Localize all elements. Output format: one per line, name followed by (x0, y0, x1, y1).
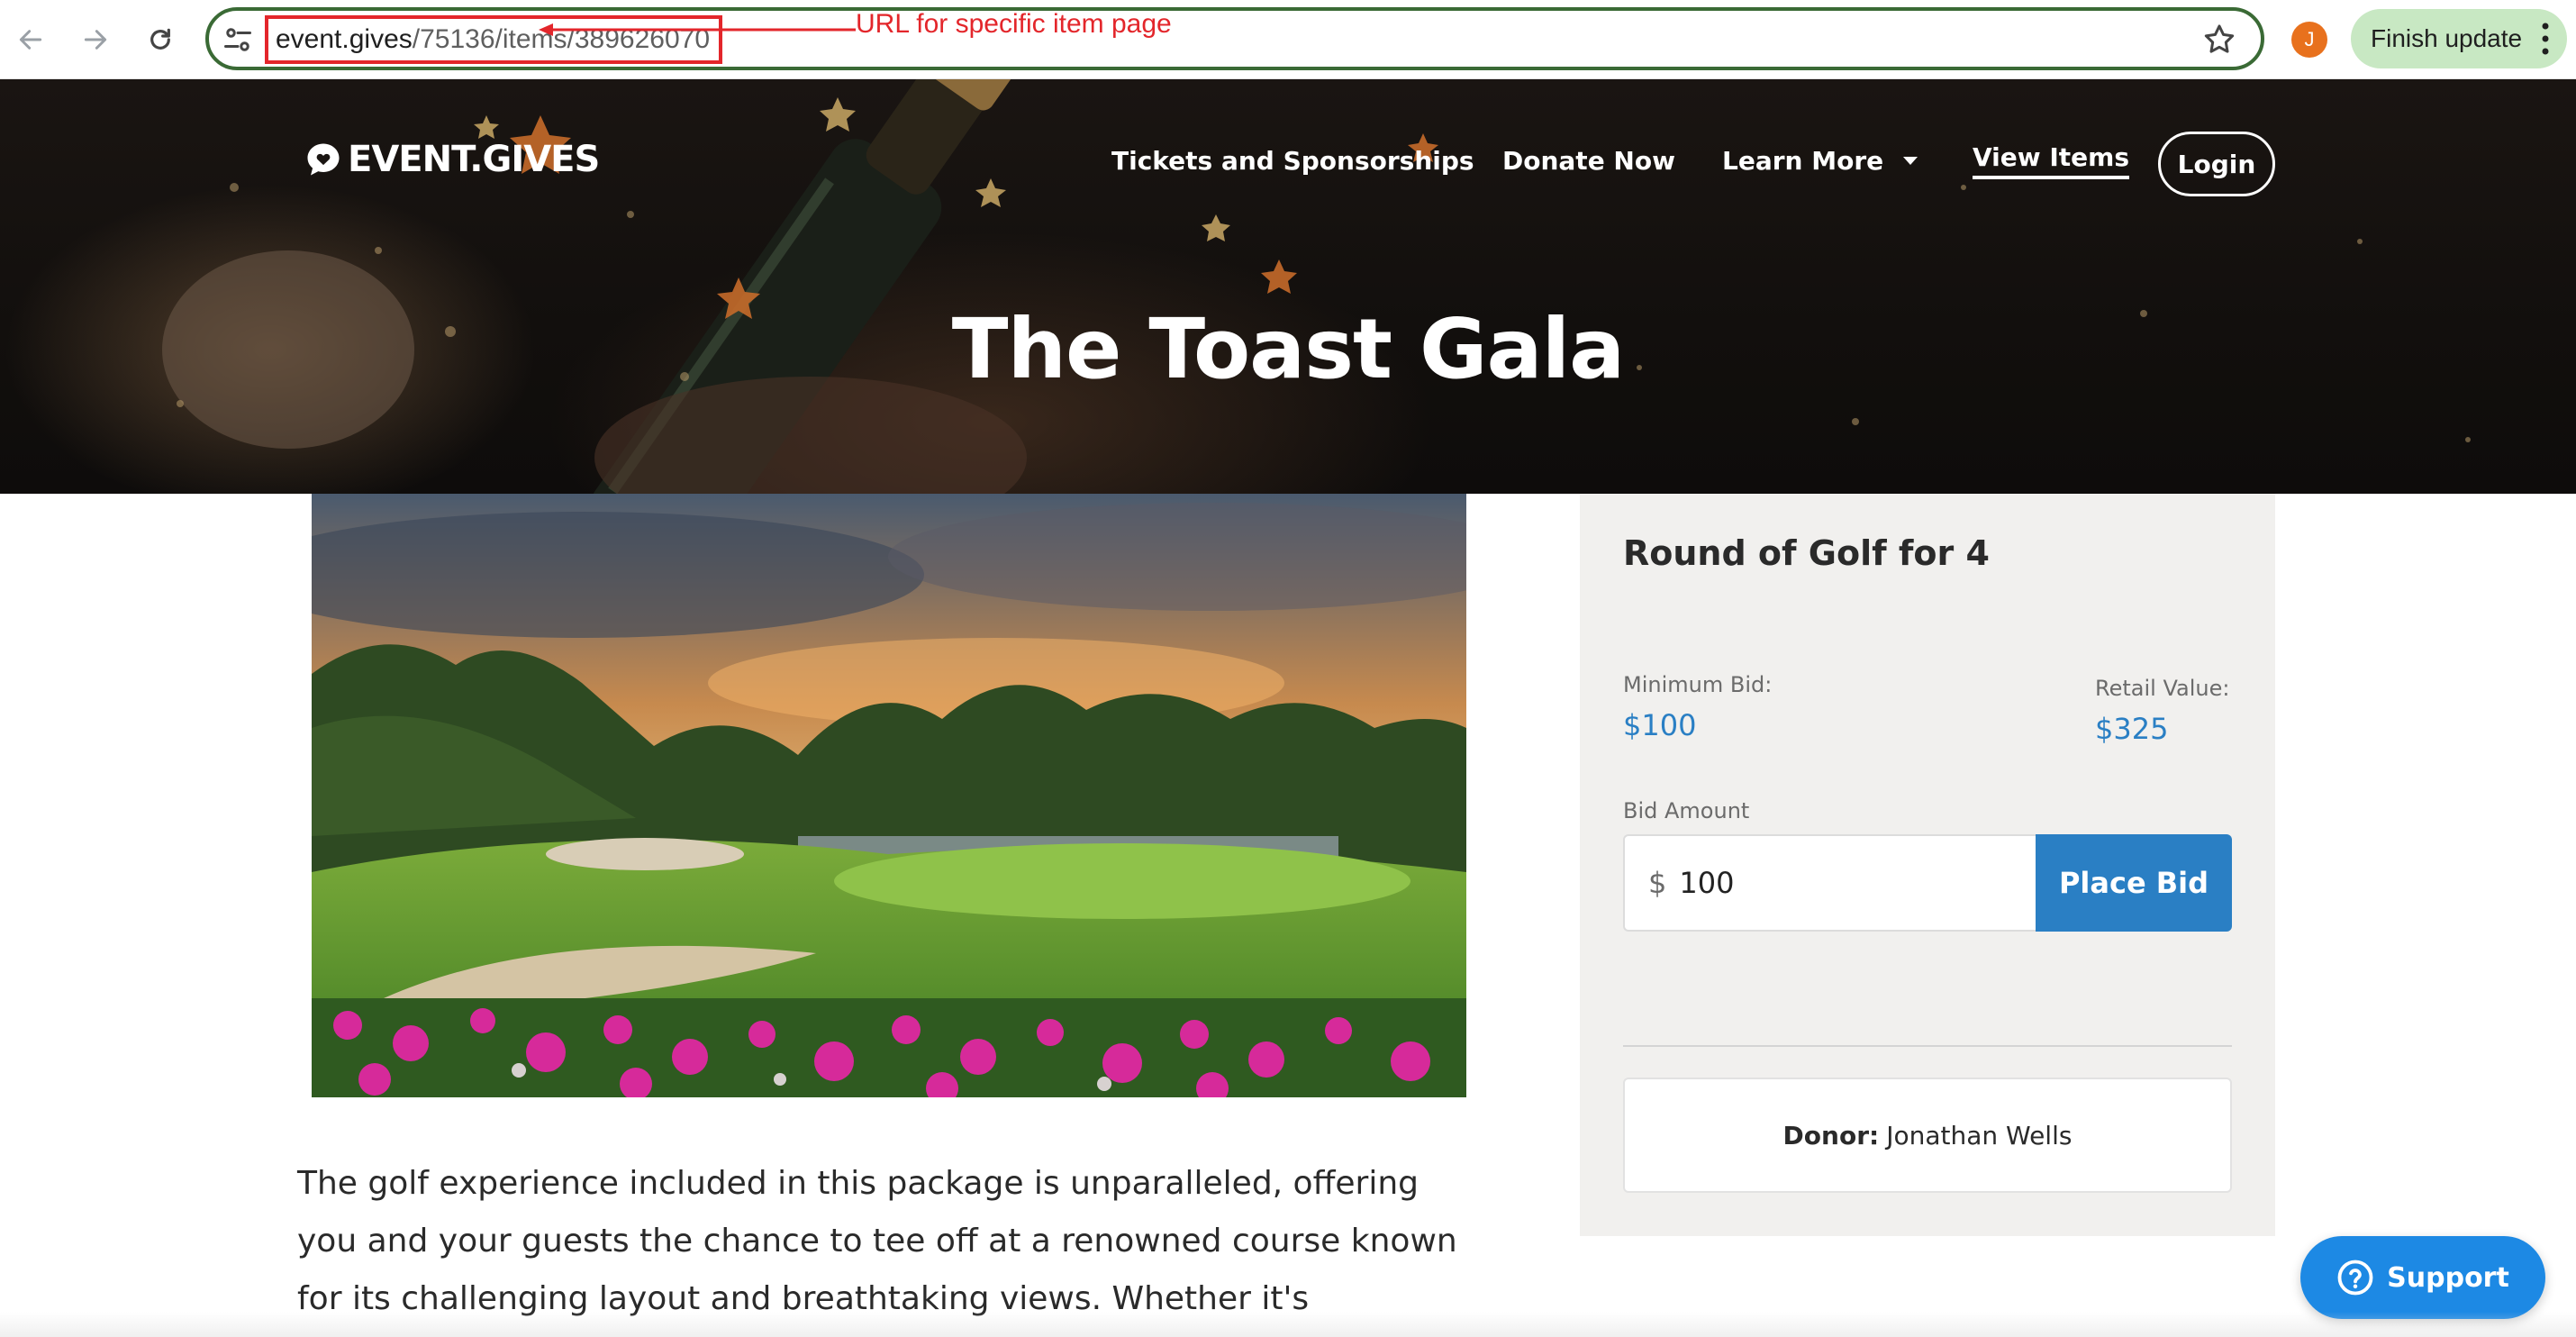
profile-avatar[interactable]: J (2291, 22, 2327, 58)
place-bid-button[interactable]: Place Bid (2036, 834, 2232, 932)
donor-label: Donor: (1782, 1120, 1880, 1151)
nav-label: Donate Now (1502, 145, 1675, 176)
reload-icon (150, 28, 170, 50)
tune-icon[interactable] (222, 23, 254, 56)
minimum-bid-value: $100 (1623, 708, 1697, 742)
nav-learn-more[interactable]: Learn More (1722, 133, 1918, 187)
finish-update-label: Finish update (2371, 24, 2523, 52)
item-description: The golf experience included in this pac… (297, 1165, 1457, 1317)
item-photo (312, 494, 1466, 1097)
bid-amount-label: Bid Amount (1623, 798, 1750, 823)
forward-button[interactable] (68, 13, 122, 67)
donor-card: Donor: Jonathan Wells (1623, 1078, 2232, 1193)
currency-symbol: $ (1648, 866, 1667, 900)
panel-divider (1623, 1045, 2232, 1047)
reload-button[interactable] (133, 13, 187, 67)
bottom-fade (0, 1312, 2576, 1337)
event-hero: EVENT.GIVES Tickets and Sponsorships Don… (0, 79, 2576, 494)
finish-update-button[interactable]: Finish update (2351, 9, 2567, 68)
help-icon (2337, 1260, 2373, 1296)
forward-arrow-icon (84, 30, 107, 50)
browser-toolbar: event.gives/75136/items/389626070 URL fo… (0, 0, 2576, 79)
annotation-arrow (539, 23, 856, 36)
back-button[interactable] (4, 13, 58, 67)
nav-label: Tickets and Sponsorships (1111, 145, 1474, 176)
bid-amount-input[interactable]: $ 100 (1623, 834, 2037, 932)
item-title: Round of Golf for 4 (1623, 533, 1990, 573)
event-title: The Toast Gala (951, 301, 1625, 397)
caret-down-icon (1903, 156, 1918, 165)
annotation-label: URL for specific item page (856, 9, 1172, 39)
support-label: Support (2387, 1261, 2509, 1294)
nav-view-items[interactable]: View Items (1973, 133, 2130, 187)
address-bar[interactable]: event.gives/75136/items/389626070 (205, 7, 2264, 70)
support-button[interactable]: Support (2300, 1236, 2545, 1319)
kebab-menu-icon (2542, 23, 2549, 55)
retail-value-amount: $325 (2095, 712, 2169, 746)
bid-panel: Round of Golf for 4 Minimum Bid: $100 Re… (1580, 494, 2275, 1236)
nav-donate-now[interactable]: Donate Now (1502, 133, 1675, 187)
nav-label: View Items (1973, 142, 2130, 179)
back-arrow-icon (19, 30, 42, 50)
bid-amount-value: 100 (1679, 866, 1735, 900)
brand-logo[interactable]: EVENT.GIVES (304, 139, 600, 180)
star-icon[interactable] (2201, 22, 2237, 58)
donor-name: Jonathan Wells (1886, 1120, 2073, 1151)
retail-value-label: Retail Value: (2095, 676, 2230, 701)
login-button[interactable]: Login (2158, 132, 2275, 196)
brand-name: EVENT.GIVES (348, 139, 600, 180)
nav-label: Learn More (1722, 145, 1884, 176)
url-host: event.gives (276, 24, 413, 54)
chat-bubble-heart-icon (307, 143, 340, 176)
minimum-bid-label: Minimum Bid: (1623, 672, 1773, 697)
nav-tickets-sponsorships[interactable]: Tickets and Sponsorships (1111, 133, 1474, 187)
